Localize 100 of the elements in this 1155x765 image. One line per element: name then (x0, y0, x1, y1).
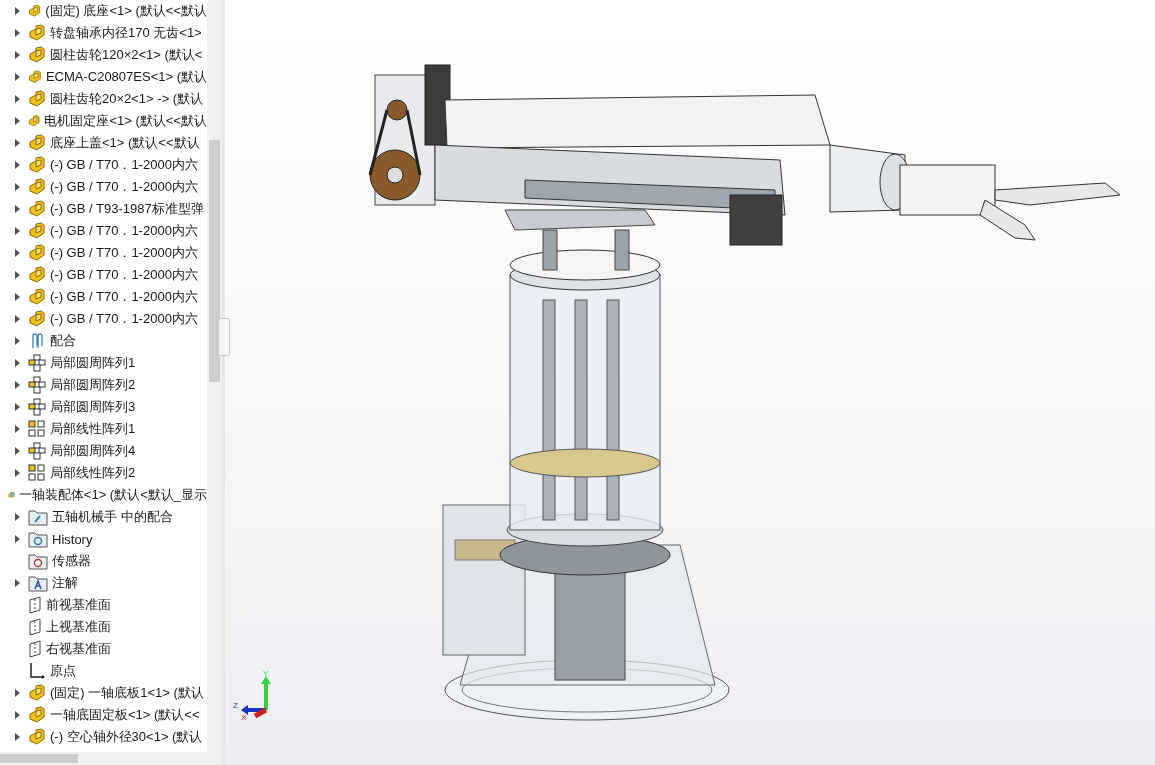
tree-item-label: (-) GB / T70．1-2000内六 (50, 244, 198, 262)
expand-arrow-icon[interactable] (14, 689, 20, 697)
expand-arrow-icon[interactable] (14, 139, 20, 147)
tree-item[interactable]: (固定) 一轴底板1<1> (默认 (0, 682, 207, 704)
tree-item[interactable]: (固定) 底座<1> (默认<<默认 (0, 0, 207, 22)
tree-item-label: 注解 (52, 574, 78, 592)
tree-item[interactable]: 右视基准面 (0, 638, 207, 660)
expand-arrow-icon[interactable] (14, 29, 20, 37)
tree-item[interactable]: (-) GB / T70．1-2000内六 (0, 286, 207, 308)
part-icon (28, 46, 46, 64)
tree-item[interactable]: 底座上盖<1> (默认<<默认 (0, 132, 207, 154)
expand-arrow-icon[interactable] (14, 513, 20, 521)
expand-arrow-icon[interactable] (14, 711, 20, 719)
tree-item[interactable]: 传感器 (0, 550, 207, 572)
tree-item[interactable]: (-) GB / T70．1-2000内六 (0, 264, 207, 286)
tree-item[interactable]: (-) GB / T70．1-2000内六 (0, 154, 207, 176)
tree-item-label: 圆柱齿轮120×2<1> (默认< (50, 46, 203, 64)
expand-arrow-icon[interactable] (14, 359, 20, 367)
expand-arrow-icon[interactable] (14, 447, 20, 455)
expand-arrow-icon[interactable] (14, 117, 20, 125)
expand-arrow-icon[interactable] (14, 205, 20, 213)
expand-arrow-icon[interactable] (14, 579, 20, 587)
tree-item[interactable]: 局部圆周阵列1 (0, 352, 207, 374)
tree-item[interactable]: (-) GB / T70．1-2000内六 (0, 176, 207, 198)
tree-item[interactable]: 一轴底固定板<1> (默认<< (0, 704, 207, 726)
pattern-icon (28, 442, 46, 460)
tree-item[interactable]: 上视基准面 (0, 616, 207, 638)
tree-item[interactable]: (-) GB / T70．1-2000内六 (0, 242, 207, 264)
tree-item-label: 右视基准面 (46, 640, 111, 658)
expand-arrow-icon[interactable] (14, 381, 20, 389)
expand-arrow-icon[interactable] (14, 469, 20, 477)
tree-item[interactable]: History (0, 528, 207, 550)
tree-item[interactable]: 局部圆周阵列2 (0, 374, 207, 396)
expand-arrow-icon[interactable] (14, 425, 20, 433)
tree-item[interactable]: 一轴装配体<1> (默认<默认_显示 (0, 484, 207, 506)
tree-item-label: (-) GB / T70．1-2000内六 (50, 288, 198, 306)
expand-arrow-icon[interactable] (14, 733, 20, 741)
tree-item[interactable]: 局部圆周阵列4 (0, 440, 207, 462)
tree-item-label: (-) GB / T70．1-2000内六 (50, 156, 198, 174)
tree-item-label: 局部圆周阵列3 (50, 398, 136, 416)
expand-arrow-icon[interactable] (14, 161, 20, 169)
origin-icon (28, 662, 46, 680)
pattern-icon (28, 464, 46, 482)
horizontal-scrollbar[interactable] (0, 752, 222, 765)
tree-item[interactable]: 电机固定座<1> (默认<<默认 (0, 110, 207, 132)
tree-item[interactable]: 前视基准面 (0, 594, 207, 616)
expand-arrow-icon[interactable] (14, 95, 20, 103)
tree-item-label: (-) GB / T70．1-2000内六 (50, 222, 198, 240)
tree-item[interactable]: 局部圆周阵列3 (0, 396, 207, 418)
expand-arrow-icon[interactable] (14, 535, 20, 543)
tree-item[interactable]: 圆柱齿轮120×2<1> (默认< (0, 44, 207, 66)
mates-folder-icon (28, 508, 48, 526)
tree-item-label: (-) GB / T70．1-2000内六 (50, 266, 198, 284)
expand-arrow-icon[interactable] (14, 7, 20, 15)
expand-arrow-icon[interactable] (14, 249, 20, 257)
tree-item[interactable]: (-) GB / T70．1-2000内六 (0, 220, 207, 242)
tree-item-label: 局部线性阵列1 (50, 420, 136, 438)
expand-arrow-icon[interactable] (14, 271, 20, 279)
tree-item[interactable]: (-) GB / T93-1987标准型弹 (0, 198, 207, 220)
part-icon (28, 156, 46, 174)
tree-item[interactable]: (-) 空心轴外径30<1> (默认 (0, 726, 207, 748)
pattern-icon (28, 354, 46, 372)
expand-arrow-icon[interactable] (14, 51, 20, 59)
part-icon (28, 266, 46, 284)
history-folder-icon (28, 530, 48, 548)
tree-item[interactable]: 五轴机械手 中的配合 (0, 506, 207, 528)
tree-item[interactable]: 原点 (0, 660, 207, 682)
tree-item[interactable]: 局部线性阵列2 (0, 462, 207, 484)
tree-item-label: 前视基准面 (46, 596, 111, 614)
expand-arrow-icon[interactable] (14, 315, 20, 323)
plane-icon (28, 640, 42, 658)
vertical-scrollbar[interactable] (207, 0, 222, 752)
part-icon (28, 288, 46, 306)
expand-arrow-icon[interactable] (14, 403, 20, 411)
plane-icon (28, 596, 42, 614)
expand-arrow-icon[interactable] (14, 337, 20, 345)
tree-item[interactable]: (-) GB / T70．1-2000内六 (0, 308, 207, 330)
tree-item[interactable]: 转盘轴承内径170 无齿<1> (0, 22, 207, 44)
expand-arrow-icon[interactable] (14, 73, 20, 81)
tree-item[interactable]: 圆柱齿轮20×2<1> -> (默认 (0, 88, 207, 110)
tree-item-label: (-) GB / T93-1987标准型弹 (50, 200, 204, 218)
expand-arrow-icon[interactable] (14, 293, 20, 301)
plane-icon (28, 618, 42, 636)
tree-item[interactable]: ECMA-C20807ES<1> (默认 (0, 66, 207, 88)
tree-item-label: 圆柱齿轮20×2<1> -> (默认 (50, 90, 204, 108)
part-icon (28, 706, 46, 724)
tree-item-label: 一轴底固定板<1> (默认<< (50, 706, 200, 724)
tree-item[interactable]: 局部线性阵列1 (0, 418, 207, 440)
pattern-icon (28, 398, 46, 416)
expand-arrow-icon[interactable] (14, 227, 20, 235)
tree-item-label: 上视基准面 (46, 618, 111, 636)
tree-item[interactable]: 配合 (0, 330, 207, 352)
tree-item-label: (-) GB / T70．1-2000内六 (50, 310, 198, 328)
panel-splitter-handle[interactable] (218, 318, 230, 356)
expand-arrow-icon[interactable] (14, 183, 20, 191)
part-icon (28, 222, 46, 240)
tree-item-label: (-) GB / T70．1-2000内六 (50, 178, 198, 196)
tree-item-label: 传感器 (52, 552, 91, 570)
tree-item[interactable]: 注解 (0, 572, 207, 594)
part-icon (28, 310, 46, 328)
